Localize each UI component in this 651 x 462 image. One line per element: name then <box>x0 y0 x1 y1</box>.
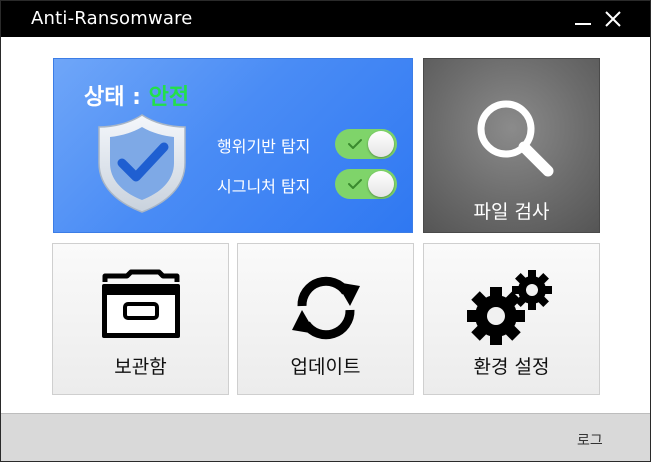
shield-check-icon <box>98 114 186 213</box>
file-scan-label: 파일 검사 <box>473 201 550 223</box>
signature-detection-label: 시그니처 탐지 <box>217 177 311 196</box>
vault-icon-wrap <box>53 268 228 340</box>
behavior-detection-row: 행위기반 탐지 <box>217 129 407 159</box>
drawer-icon <box>101 269 180 338</box>
footer-bar: 로그 <box>1 413 650 461</box>
toggle-knob <box>368 171 394 197</box>
status-heading: 상태 : 안전 <box>84 79 189 111</box>
status-label: 상태 : <box>84 85 149 110</box>
check-icon <box>348 139 362 149</box>
close-button[interactable] <box>595 1 631 37</box>
toggle-knob <box>368 131 394 157</box>
status-panel: 상태 : 안전 행위기반 탐지 시그니처 탐지 <box>53 58 413 233</box>
signature-detection-row: 시그니처 탐지 <box>217 169 407 199</box>
settings-label: 환경 설정 <box>473 356 550 378</box>
check-icon <box>348 179 362 189</box>
settings-icon-wrap <box>424 268 599 348</box>
update-icon-wrap <box>238 268 413 348</box>
gears-icon <box>466 270 552 345</box>
update-button[interactable]: 업데이트 <box>237 243 414 395</box>
behavior-detection-label: 행위기반 탐지 <box>217 137 311 156</box>
title-bar[interactable]: Anti-Ransomware <box>1 1 650 37</box>
vault-button[interactable]: 보관함 <box>52 243 229 395</box>
file-scan-button[interactable]: 파일 검사 <box>423 58 600 233</box>
behavior-detection-toggle[interactable] <box>335 129 397 159</box>
close-icon <box>605 11 621 27</box>
log-link[interactable]: 로그 <box>577 430 603 450</box>
window-title: Anti-Ransomware <box>31 8 193 29</box>
minimize-icon <box>575 23 591 25</box>
status-value: 안전 <box>148 85 190 110</box>
magnifier-icon <box>477 100 554 177</box>
vault-label: 보관함 <box>114 356 167 378</box>
app-window: Anti-Ransomware 상태 : 안전 행위기반 탐지 시그니처 탐지 … <box>0 0 651 462</box>
update-label: 업데이트 <box>290 356 361 378</box>
settings-button[interactable]: 환경 설정 <box>423 243 600 395</box>
refresh-icon <box>291 276 360 340</box>
signature-detection-toggle[interactable] <box>335 169 397 199</box>
